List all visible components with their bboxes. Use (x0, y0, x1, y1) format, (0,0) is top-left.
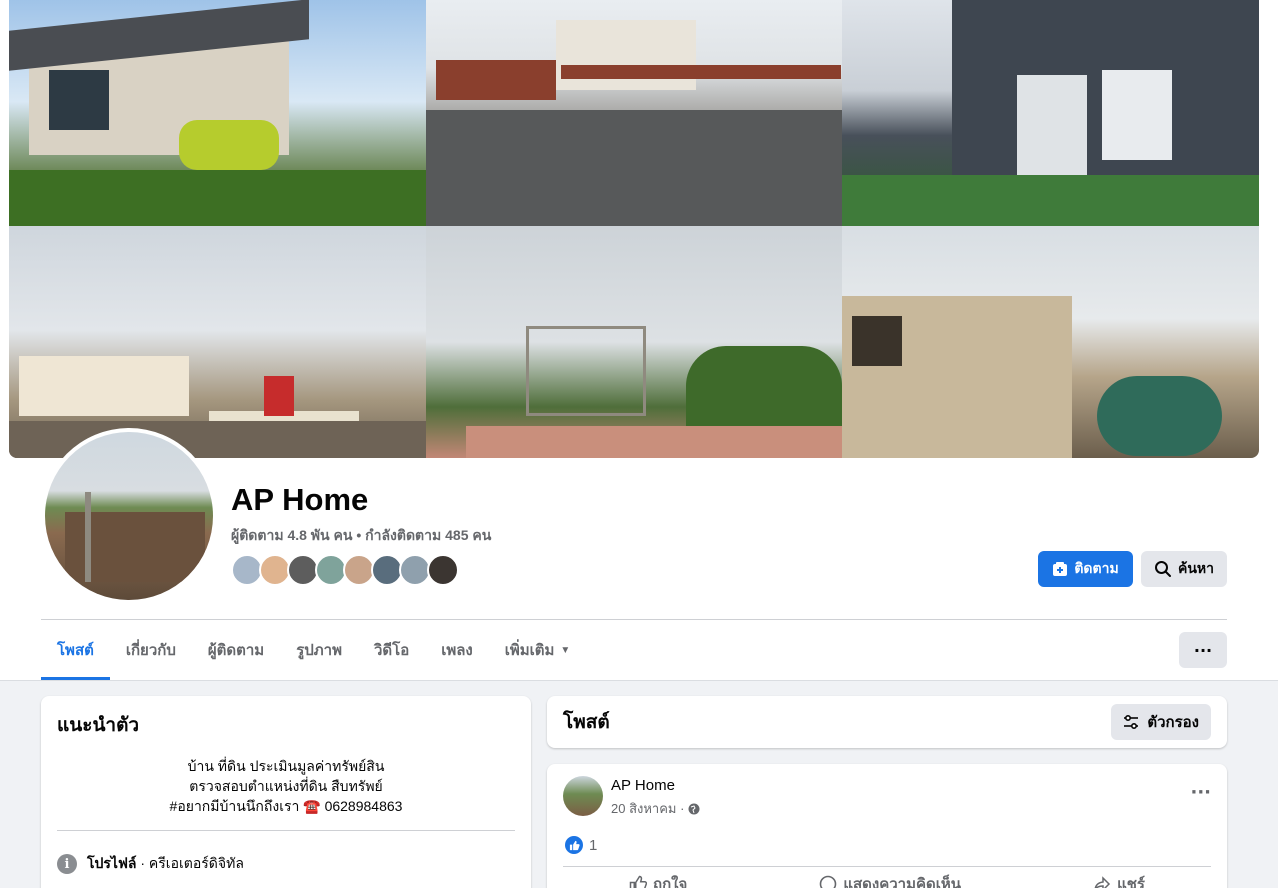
follow-button-label: ติดตาม (1074, 560, 1119, 576)
tab-label: ผู้ติดตาม (207, 642, 265, 659)
tab-videos[interactable]: วิดีโอ (358, 620, 425, 680)
tab-label: รูปภาพ (296, 642, 342, 659)
post-divider (563, 866, 1211, 867)
caret-down-icon: ▼ (560, 644, 571, 656)
page-title: AP Home (231, 482, 369, 517)
post-reactions[interactable]: 1 (565, 836, 597, 854)
filter-button[interactable]: ตัวกรอง (1111, 704, 1211, 740)
post-options-button[interactable]: ··· (1190, 782, 1211, 803)
tab-label: วิดีโอ (373, 642, 410, 659)
tab-label: โพสต์ (57, 642, 94, 659)
cover-photo[interactable] (9, 0, 1259, 458)
more-options-button[interactable]: ··· (1179, 632, 1227, 668)
tab-label: เกี่ยวกับ (125, 642, 176, 659)
intro-card: แนะนำตัว บ้าน ที่ดิน ประเมินมูลค่าทรัพย์… (41, 696, 531, 888)
search-button-label: ค้นหา (1177, 560, 1215, 576)
bio-line: บ้าน ที่ดิน ประเมินมูลค่าทรัพย์สิน (187, 758, 385, 774)
tab-followers[interactable]: ผู้ติดตาม (192, 620, 280, 680)
reaction-count: 1 (589, 836, 598, 854)
tab-about[interactable]: เกี่ยวกับ (110, 620, 192, 680)
post-author-avatar[interactable] (563, 776, 603, 816)
comment-button-label: แสดงความคิดเห็น (843, 876, 962, 888)
share-arrow-icon (1094, 876, 1111, 888)
profile-tabs: โพสต์ เกี่ยวกับ ผู้ติดตาม รูปภาพ วิดีโอ … (41, 620, 586, 680)
search-icon (1154, 561, 1171, 577)
share-button-label: แชร์ (1117, 876, 1145, 888)
profile-label: โปรไฟล์ (87, 855, 137, 871)
post-author-name[interactable]: AP Home (611, 777, 675, 794)
follower-avatar[interactable] (427, 554, 459, 586)
follow-button[interactable]: ติดตาม (1038, 551, 1133, 587)
bio-line: ตรวจสอบตำแหน่งที่ดิน สืบทรัพย์ (189, 778, 383, 794)
globe-icon (688, 803, 700, 814)
comment-button[interactable]: แสดงความคิดเห็น (819, 872, 961, 888)
profile-category-row: i โปรไฟล์ · ครีเอเตอร์ดิจิทัล (57, 853, 515, 875)
post-date[interactable]: 20 สิงหาคม · (611, 798, 684, 819)
page-avatar[interactable] (45, 432, 213, 600)
profile-category: · ครีเอเตอร์ดิจิทัล (136, 855, 244, 871)
cover-tile-modern-house (842, 0, 1259, 226)
posts-header-card: โพสต์ ตัวกรอง (547, 696, 1227, 748)
info-icon: i (57, 854, 77, 874)
cover-tile-construction-frame (426, 226, 842, 458)
bio-line: #อยากมีบ้านนึกถึงเรา ☎️ 0628984863 (169, 798, 403, 814)
intro-title: แนะนำตัว (57, 715, 140, 736)
thumbs-up-icon (629, 875, 648, 888)
follower-avatars[interactable] (231, 554, 459, 586)
tab-label: เพิ่มเติม (504, 642, 555, 659)
share-button[interactable]: แชร์ (1093, 872, 1145, 888)
filter-sliders-icon (1124, 714, 1139, 730)
intro-bio: บ้าน ที่ดิน ประเมินมูลค่าทรัพย์สิน ตรวจส… (57, 756, 515, 816)
cover-tile-house-with-car (9, 0, 426, 226)
post-meta: 20 สิงหาคม · (611, 798, 700, 819)
comment-bubble-icon (820, 875, 837, 888)
ellipsis-icon: ··· (1193, 640, 1213, 660)
like-button[interactable]: ถูกใจ (629, 872, 687, 888)
tab-photos[interactable]: รูปภาพ (280, 620, 358, 680)
tab-label: เพลง (441, 642, 473, 659)
cover-tile-concrete-mixer (842, 226, 1259, 458)
like-reaction-icon (565, 836, 583, 854)
posts-title: โพสต์ (563, 712, 610, 733)
tab-posts[interactable]: โพสต์ (41, 620, 110, 680)
follow-page-icon (1053, 562, 1068, 576)
ellipsis-icon: ··· (1190, 782, 1211, 803)
post-actions: ถูกใจ แสดงความคิดเห็น แชร์ (563, 872, 1211, 888)
post-card: AP Home 20 สิงหาคม · ··· 1 ถูกใจ แสดงควา… (547, 764, 1227, 888)
tab-music[interactable]: เพลง (425, 620, 489, 680)
filter-button-label: ตัวกรอง (1147, 714, 1199, 731)
intro-divider (57, 830, 515, 831)
tab-more[interactable]: เพิ่มเติม ▼ (489, 620, 587, 680)
search-button[interactable]: ค้นหา (1141, 551, 1227, 587)
follower-stats[interactable]: ผู้ติดตาม 4.8 พัน คน • กำลังติดตาม 485 ค… (231, 525, 491, 547)
cover-tile-crane-truck (9, 226, 426, 458)
cover-tile-house-road (426, 0, 842, 226)
like-button-label: ถูกใจ (653, 876, 688, 888)
